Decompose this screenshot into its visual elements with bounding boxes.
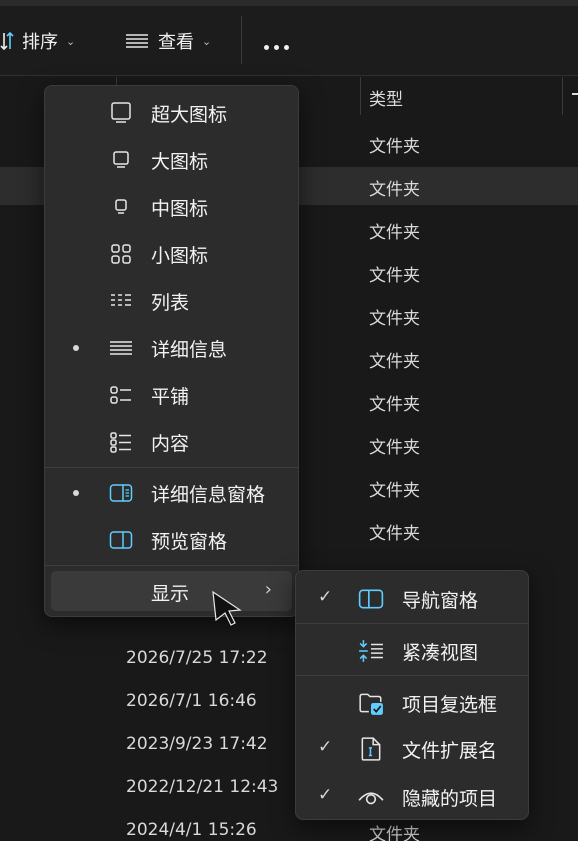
file-type-cell: 文件夹 xyxy=(369,266,420,286)
command-bar: 排序 ⌄ 查看 ⌄ xyxy=(0,6,578,76)
sort-icon xyxy=(0,31,14,51)
column-divider[interactable] xyxy=(360,77,361,115)
mouse-cursor-icon xyxy=(212,590,242,626)
menu-divider xyxy=(296,623,528,624)
menu-item-details-pane[interactable]: 详细信息窗格 xyxy=(45,471,298,515)
content-icon xyxy=(110,432,131,453)
column-divider[interactable] xyxy=(562,77,563,115)
details-pane-icon xyxy=(109,484,133,502)
file-type-cell: 文件夹 xyxy=(369,223,420,243)
file-type-cell: 文件夹 xyxy=(369,395,420,415)
more-options-button[interactable] xyxy=(264,12,289,82)
menu-item-medium-icons[interactable]: 中图标 xyxy=(45,185,298,229)
tiles-icon xyxy=(110,386,131,404)
medium-icons-icon xyxy=(115,199,127,214)
submenu-item-label: 隐藏的项目 xyxy=(402,788,498,810)
menu-item-list[interactable]: 列表 xyxy=(45,279,298,323)
menu-item-small-icons[interactable]: 小图标 xyxy=(45,232,298,276)
menu-item-label: 预览窗格 xyxy=(151,530,228,553)
column-header-type[interactable]: 类型 xyxy=(369,77,403,117)
chevron-down-icon: ⌄ xyxy=(202,34,212,48)
submenu-item-hidden-items[interactable]: ✓ 隐藏的项目 xyxy=(296,773,528,819)
view-menu: 超大图标 大图标 中图标 小图标 列表 详细信息 平铺 内容 详细信息窗格 预览… xyxy=(44,85,299,617)
file-type-cell: 文件夹 xyxy=(369,481,420,501)
file-type-cell: 文件夹 xyxy=(369,352,420,372)
menu-item-label: 中图标 xyxy=(151,197,209,220)
menu-item-large-icons[interactable]: 大图标 xyxy=(45,138,298,182)
menu-item-extra-large-icons[interactable]: 超大图标 xyxy=(45,91,298,135)
file-type-cell: 文件夹 xyxy=(369,825,420,841)
view-label: 查看 xyxy=(158,32,194,53)
submenu-item-label: 紧凑视图 xyxy=(402,642,479,664)
small-icons-icon xyxy=(111,244,131,264)
submenu-item-label: 文件扩展名 xyxy=(402,740,498,762)
menu-item-label: 大图标 xyxy=(151,150,209,173)
details-icon xyxy=(110,341,132,355)
date-modified-cell: 2026/7/1 16:46 xyxy=(126,691,257,711)
navigation-pane-icon xyxy=(358,589,384,609)
checkmark-icon: ✓ xyxy=(318,737,333,757)
selected-bullet-icon xyxy=(73,345,79,351)
chevron-right-icon: › xyxy=(264,579,272,600)
file-extension-icon xyxy=(361,737,381,761)
dot-icon xyxy=(274,44,279,50)
file-type-cell: 文件夹 xyxy=(369,438,420,458)
item-checkbox-icon xyxy=(359,693,383,715)
date-modified-cell: 2023/9/23 17:42 xyxy=(126,734,268,754)
sort-button[interactable]: 排序 ⌄ xyxy=(0,6,75,76)
menu-item-show[interactable]: 显示 › xyxy=(51,571,292,611)
checkmark-icon: ✓ xyxy=(318,587,333,607)
date-modified-cell: 2026/7/25 17:22 xyxy=(126,648,268,668)
menu-item-tiles[interactable]: 平铺 xyxy=(45,373,298,417)
menu-divider xyxy=(45,467,298,468)
hidden-items-icon xyxy=(358,792,384,805)
menu-item-label: 小图标 xyxy=(151,244,209,267)
dot-icon xyxy=(284,44,289,50)
file-type-cell: 文件夹 xyxy=(369,137,420,157)
menu-item-label: 超大图标 xyxy=(151,103,228,126)
date-modified-cell: 2022/12/21 12:43 xyxy=(126,777,279,797)
submenu-item-navigation-pane[interactable]: ✓ 导航窗格 xyxy=(296,575,528,621)
menu-item-label: 平铺 xyxy=(151,385,190,408)
submenu-item-compact-view[interactable]: 紧凑视图 xyxy=(296,627,528,673)
preview-pane-icon xyxy=(109,531,133,549)
column-header-size-partial[interactable] xyxy=(572,77,578,117)
file-type-cell: 文件夹 xyxy=(369,309,420,329)
menu-item-details[interactable]: 详细信息 xyxy=(45,326,298,370)
large-icons-icon xyxy=(113,151,129,168)
menu-item-label: 详细信息窗格 xyxy=(151,483,266,506)
compact-view-icon xyxy=(359,640,383,662)
checkmark-icon: ✓ xyxy=(318,785,333,805)
submenu-item-label: 导航窗格 xyxy=(402,590,479,612)
list-icon xyxy=(111,294,131,306)
file-type-cell: 文件夹 xyxy=(369,180,420,200)
date-modified-cell: 2024/4/1 15:26 xyxy=(126,820,257,840)
chevron-down-icon: ⌄ xyxy=(66,34,76,48)
file-type-cell: 文件夹 xyxy=(369,524,420,544)
menu-item-label: 列表 xyxy=(151,291,190,314)
menu-item-content[interactable]: 内容 xyxy=(45,420,298,464)
menu-divider xyxy=(296,675,528,676)
extra-large-icons-icon xyxy=(111,102,131,123)
submenu-item-label: 项目复选框 xyxy=(402,694,498,716)
menu-item-label: 详细信息 xyxy=(151,338,228,361)
view-icon xyxy=(126,34,148,48)
submenu-item-file-extensions[interactable]: ✓ 文件扩展名 xyxy=(296,725,528,771)
menu-divider xyxy=(45,565,298,566)
menu-item-preview-pane[interactable]: 预览窗格 xyxy=(45,518,298,562)
sort-label: 排序 xyxy=(22,32,58,53)
selected-bullet-icon xyxy=(73,490,79,496)
menu-item-label: 内容 xyxy=(151,432,190,455)
submenu-item-item-checkboxes[interactable]: 项目复选框 xyxy=(296,679,528,725)
show-submenu: ✓ 导航窗格 紧凑视图 项目复选框 ✓ 文件扩展名 ✓ 隐藏的项目 xyxy=(295,570,529,820)
view-button[interactable]: 查看 ⌄ xyxy=(124,6,211,76)
toolbar-divider xyxy=(241,16,242,64)
menu-item-label: 显示 xyxy=(151,583,190,605)
dot-icon xyxy=(264,44,269,50)
